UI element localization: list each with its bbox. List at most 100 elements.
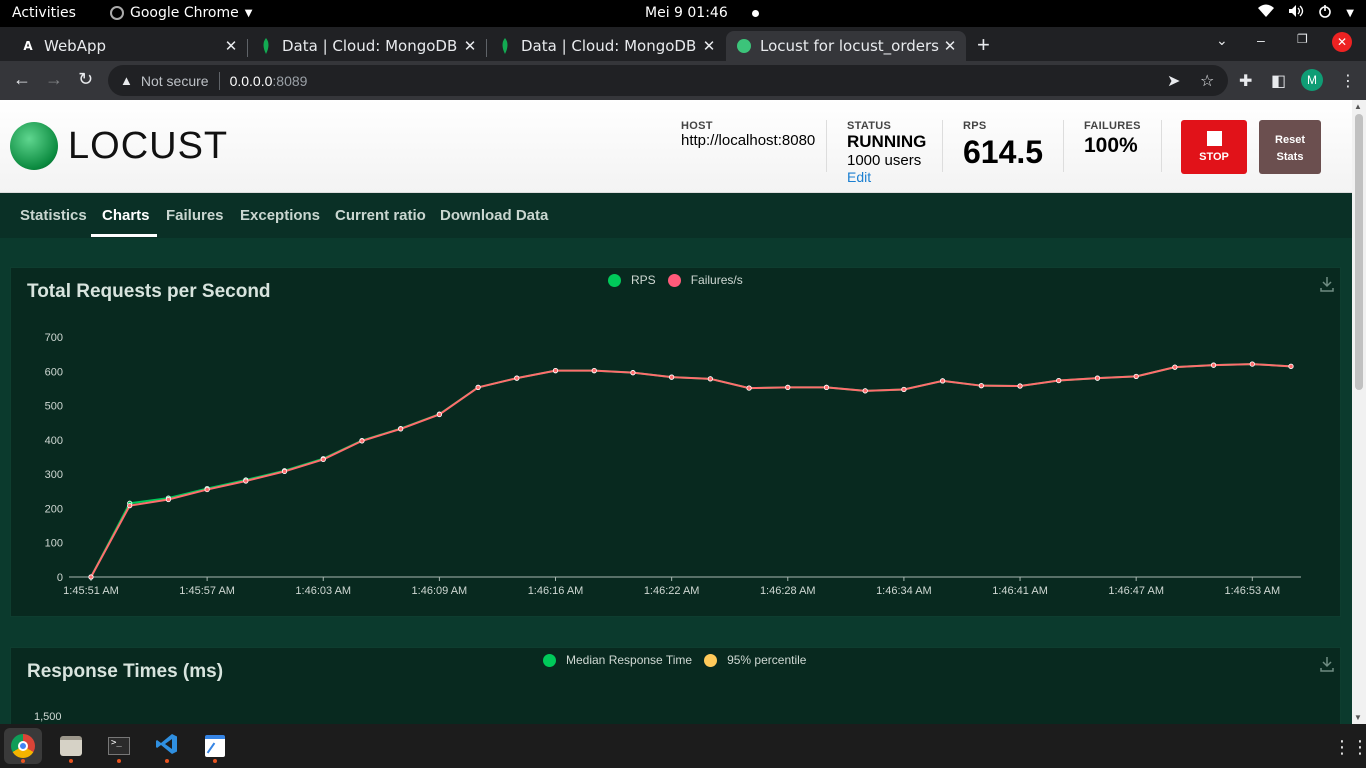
url-port[interactable]: :8089	[272, 73, 307, 89]
tab-statistics[interactable]: Statistics	[20, 207, 87, 224]
rps-chart-panel: Total Requests per Second RPS Failures/s…	[10, 267, 1341, 617]
reset-stats-button[interactable]: Reset Stats	[1259, 120, 1321, 174]
x-tick-label: 1:46:47 AM	[1108, 585, 1164, 597]
charts-content: Total Requests per Second RPS Failures/s…	[0, 238, 1352, 737]
tab-failures[interactable]: Failures	[166, 207, 224, 224]
x-tick-label: 1:46:16 AM	[528, 585, 584, 597]
warning-triangle-icon[interactable]: ▲	[120, 73, 133, 88]
data-point-failures	[88, 574, 94, 580]
page-scrollbar[interactable]: ▲ ▼	[1352, 100, 1366, 724]
activities-button[interactable]: Activities	[12, 5, 76, 21]
dock-text-editor[interactable]	[196, 728, 234, 764]
data-point-failures	[475, 384, 481, 391]
tab-search-chevron-icon[interactable]: ⌄	[1216, 32, 1228, 49]
dock-vscode[interactable]	[148, 728, 186, 764]
data-point-failures	[669, 374, 675, 380]
security-label[interactable]: Not secure	[141, 73, 209, 89]
scroll-down-arrow-icon[interactable]: ▼	[1354, 713, 1362, 722]
browser-tab-webapp[interactable]: A WebApp ✕	[0, 31, 247, 61]
failures-value: 100%	[1084, 134, 1138, 157]
failures-label: FAILURES	[1084, 120, 1141, 132]
side-panel-icon[interactable]: ◧	[1271, 71, 1286, 91]
terminal-icon: >_	[108, 737, 130, 755]
tab-charts[interactable]: Charts	[102, 207, 150, 224]
data-point-failures	[591, 368, 597, 374]
chrome-icon	[110, 6, 124, 20]
scrollbar-thumb[interactable]	[1355, 114, 1363, 390]
system-tray[interactable]: ▼	[1258, 4, 1354, 22]
send-icon[interactable]: ➤	[1167, 71, 1180, 91]
dock-chrome[interactable]	[4, 728, 42, 764]
x-tick-label: 1:46:34 AM	[876, 585, 932, 597]
kebab-menu-icon[interactable]: ⋮	[1340, 71, 1356, 91]
data-point-failures	[630, 370, 636, 376]
minimize-icon[interactable]: –	[1257, 32, 1265, 48]
data-point-failures	[398, 426, 404, 432]
profile-avatar[interactable]: M	[1301, 69, 1323, 91]
divider	[1161, 120, 1162, 172]
scroll-up-arrow-icon[interactable]: ▲	[1354, 102, 1362, 111]
x-tick-label: 1:46:09 AM	[412, 585, 468, 597]
close-icon[interactable]: ✕	[940, 37, 960, 55]
browser-tab-locust[interactable]: Locust for locust_orders.p ✕	[726, 31, 966, 61]
volume-icon	[1288, 4, 1304, 22]
forward-arrow-icon[interactable]: →	[45, 69, 63, 90]
running-indicator	[213, 759, 217, 763]
bookmark-star-icon[interactable]: ☆	[1200, 71, 1214, 91]
download-chart-icon[interactable]	[1319, 656, 1335, 675]
address-bar[interactable]: ▲ Not secure 0.0.0.0 :8089	[108, 65, 1228, 96]
locust-logo[interactable]: LOCUST	[10, 122, 228, 170]
url-host[interactable]: 0.0.0.0	[230, 73, 273, 89]
dock-terminal[interactable]: >_	[100, 728, 138, 764]
legend-dot-icon	[704, 653, 718, 667]
data-point-failures	[1017, 383, 1023, 389]
close-icon[interactable]: ✕	[699, 37, 719, 55]
mongodb-leaf-icon	[258, 38, 274, 54]
tab-title: WebApp	[44, 37, 107, 55]
text-editor-icon	[205, 735, 225, 757]
browser-tab-mongodb-2[interactable]: Data | Cloud: MongoDB Cl ✕	[477, 31, 725, 61]
dock-files[interactable]	[52, 728, 90, 764]
data-point-failures	[1172, 364, 1178, 370]
restore-icon[interactable]: ❐	[1297, 32, 1308, 46]
system-top-bar: Activities Google Chrome ▼ Mei 9 01:46 ▼	[0, 0, 1366, 27]
power-icon	[1318, 4, 1332, 22]
vscode-icon	[155, 732, 179, 761]
new-tab-plus-icon[interactable]: +	[977, 32, 990, 58]
legend-label: Median Response Time	[566, 653, 693, 667]
data-point-failures	[1249, 361, 1255, 367]
divider	[218, 71, 220, 90]
browser-tab-mongodb-1[interactable]: Data | Cloud: MongoDB Cl ✕	[238, 31, 486, 61]
host-label: HOST	[681, 120, 713, 132]
chrome-icon	[11, 734, 35, 758]
show-applications-grid-icon[interactable]: ⋮⋮⋮	[1333, 737, 1366, 758]
running-indicator	[117, 759, 121, 763]
data-point-failures	[901, 386, 907, 393]
y-tick-label: 300	[45, 469, 63, 481]
legend-item-p95[interactable]: 95% percentile	[704, 653, 806, 667]
data-point-failures	[1210, 362, 1217, 368]
response-times-title: Response Times (ms)	[27, 661, 224, 682]
status-label: STATUS	[847, 120, 892, 132]
data-point-failures	[1056, 377, 1062, 384]
extensions-puzzle-icon[interactable]: ✚	[1239, 71, 1252, 91]
running-indicator	[69, 759, 73, 763]
clock[interactable]: Mei 9 01:46	[645, 5, 759, 21]
y-tick-label: 100	[45, 538, 63, 550]
y-tick-label: 0	[57, 572, 63, 584]
webapp-favicon-icon: A	[23, 39, 33, 53]
legend-item-median[interactable]: Median Response Time	[543, 653, 692, 667]
tab-download-data[interactable]: Download Data	[440, 207, 548, 224]
data-point-failures	[940, 378, 946, 384]
window-close-icon[interactable]: ✕	[1332, 32, 1352, 52]
tab-exceptions[interactable]: Exceptions	[240, 207, 320, 224]
app-menu[interactable]: Google Chrome ▼	[110, 5, 252, 21]
back-arrow-icon[interactable]: ←	[13, 69, 31, 90]
stop-button[interactable]: STOP	[1181, 120, 1247, 174]
tab-title: Data | Cloud: MongoDB Cl	[521, 37, 699, 55]
reload-icon[interactable]: ↻	[78, 69, 93, 90]
tab-title: Data | Cloud: MongoDB Cl	[282, 37, 460, 55]
mongodb-leaf-icon	[497, 38, 513, 54]
tab-current-ratio[interactable]: Current ratio	[335, 207, 426, 224]
edit-link[interactable]: Edit	[847, 169, 926, 185]
